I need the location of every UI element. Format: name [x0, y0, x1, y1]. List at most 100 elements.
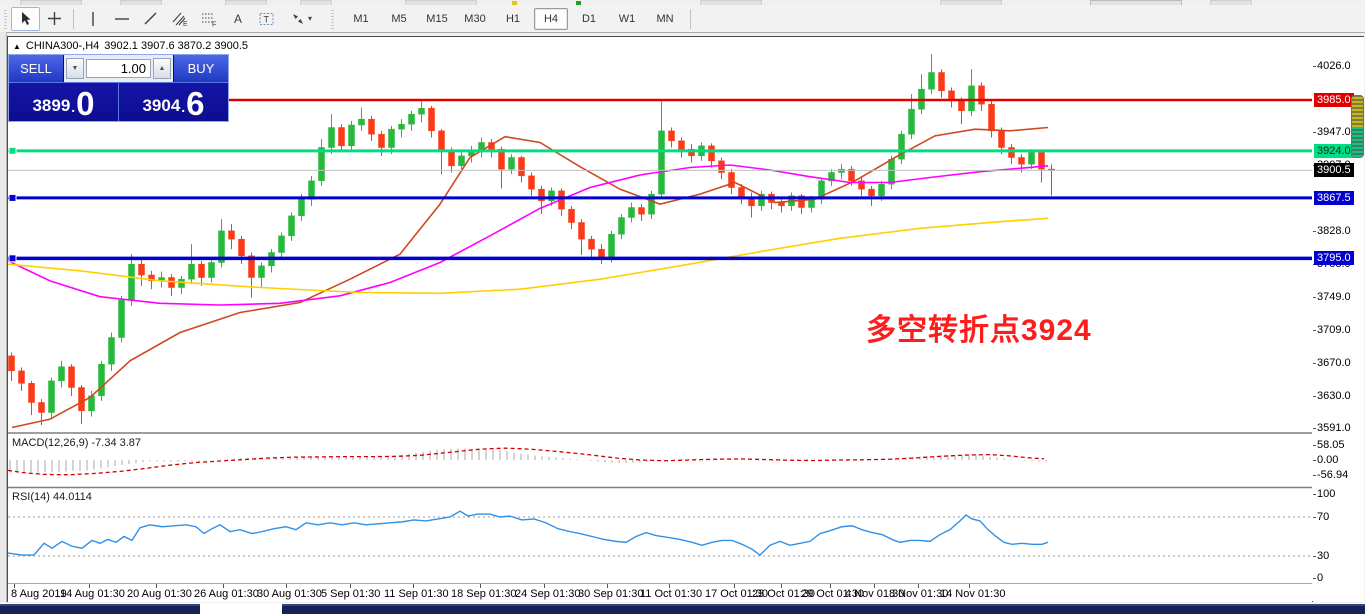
candle-up[interactable] — [419, 108, 425, 114]
line-drag-handle[interactable] — [9, 147, 16, 154]
candle-down[interactable] — [9, 356, 15, 371]
candle-up[interactable] — [99, 364, 105, 396]
text-label-tool-button[interactable]: T — [252, 7, 281, 31]
equidistant-channel-tool-button[interactable]: E — [165, 7, 194, 31]
candle-down[interactable] — [339, 128, 345, 146]
candle-up[interactable] — [349, 125, 355, 146]
candle-up[interactable] — [59, 367, 65, 381]
toolbar-grip[interactable] — [2, 9, 9, 29]
candle-down[interactable] — [229, 231, 235, 239]
timeframe-button-m1[interactable]: M1 — [344, 8, 378, 30]
candle-up[interactable] — [389, 129, 395, 147]
candle-down[interactable] — [669, 131, 675, 141]
candle-up[interactable] — [109, 338, 115, 365]
volume-input[interactable]: 1.00 — [86, 59, 151, 78]
trendline-tool-button[interactable] — [136, 7, 165, 31]
line-drag-handle[interactable] — [9, 194, 16, 201]
candle-up[interactable] — [909, 109, 915, 134]
candle-down[interactable] — [429, 108, 435, 131]
ma-slow-yellow[interactable] — [8, 218, 1048, 293]
candle-up[interactable] — [299, 199, 305, 216]
candle-down[interactable] — [639, 208, 645, 215]
candle-up[interactable] — [609, 234, 615, 259]
crosshair-tool-button[interactable] — [40, 7, 69, 31]
horizontal-line-tool-button[interactable] — [107, 7, 136, 31]
text-tool-button[interactable]: A — [223, 7, 252, 31]
candle-up[interactable] — [49, 381, 55, 413]
fibonacci-tool-button[interactable]: F — [194, 7, 223, 31]
candle-up[interactable] — [359, 119, 365, 125]
candle-down[interactable] — [69, 367, 75, 388]
candle-down[interactable] — [199, 264, 205, 277]
timeframe-button-w1[interactable]: W1 — [610, 8, 644, 30]
candle-down[interactable] — [729, 173, 735, 188]
candle-down[interactable] — [959, 101, 965, 111]
candle-up[interactable] — [509, 158, 515, 170]
timeframe-button-m5[interactable]: M5 — [382, 8, 416, 30]
candle-up[interactable] — [259, 266, 265, 278]
time-axis[interactable]: 8 Aug 201914 Aug 01:3020 Aug 01:3026 Aug… — [8, 586, 1312, 602]
candle-down[interactable] — [779, 203, 785, 206]
candle-down[interactable] — [709, 146, 715, 161]
candle-up[interactable] — [1029, 153, 1035, 165]
scrollbar-thumb[interactable] — [1351, 95, 1364, 158]
candle-down[interactable] — [579, 223, 585, 240]
candle-down[interactable] — [939, 73, 945, 91]
candle-down[interactable] — [1009, 148, 1015, 158]
buy-price[interactable]: 3904 . 6 — [119, 82, 228, 121]
candle-up[interactable] — [969, 86, 975, 111]
collapse-triangle-icon[interactable]: ▲ — [13, 42, 21, 51]
candle-up[interactable] — [889, 159, 895, 184]
candle-up[interactable] — [179, 279, 185, 287]
candle-up[interactable] — [279, 236, 285, 253]
candle-down[interactable] — [439, 131, 445, 150]
sell-price[interactable]: 3899 . 0 — [9, 82, 119, 121]
timeframe-button-h4[interactable]: H4 — [534, 8, 568, 30]
chart-text-annotation[interactable]: 多空转折点3924 — [866, 305, 1092, 349]
candle-down[interactable] — [139, 264, 145, 275]
candle-up[interactable] — [129, 264, 135, 300]
candle-down[interactable] — [519, 158, 525, 176]
candle-down[interactable] — [589, 239, 595, 249]
timeframe-button-m15[interactable]: M15 — [420, 8, 454, 30]
candle-down[interactable] — [679, 141, 685, 149]
line-drag-handle[interactable] — [9, 255, 16, 262]
candle-up[interactable] — [189, 264, 195, 279]
toolbar-grip[interactable] — [329, 9, 336, 29]
candle-up[interactable] — [119, 300, 125, 338]
candle-down[interactable] — [29, 383, 35, 402]
timeframe-button-mn[interactable]: MN — [648, 8, 682, 30]
candle-up[interactable] — [659, 131, 665, 194]
volume-increase-button[interactable]: ▲ — [153, 58, 171, 79]
candle-down[interactable] — [39, 403, 45, 413]
sell-button[interactable]: SELL — [9, 55, 64, 82]
cursor-tool-button[interactable] — [11, 7, 40, 31]
candle-up[interactable] — [399, 124, 405, 129]
candle-up[interactable] — [309, 181, 315, 199]
timeframe-button-d1[interactable]: D1 — [572, 8, 606, 30]
candle-down[interactable] — [79, 388, 85, 411]
candle-up[interactable] — [319, 148, 325, 181]
candle-down[interactable] — [529, 176, 535, 189]
candle-down[interactable] — [869, 189, 875, 196]
candle-down[interactable] — [569, 209, 575, 222]
candle-up[interactable] — [619, 218, 625, 235]
candle-down[interactable] — [999, 131, 1005, 148]
candle-up[interactable] — [209, 263, 215, 278]
candle-up[interactable] — [409, 114, 415, 124]
candle-up[interactable] — [329, 128, 335, 148]
candle-up[interactable] — [929, 73, 935, 90]
timeframe-button-h1[interactable]: H1 — [496, 8, 530, 30]
candle-down[interactable] — [369, 119, 375, 134]
candle-down[interactable] — [379, 134, 385, 147]
candle-up[interactable] — [879, 184, 885, 196]
candle-up[interactable] — [629, 208, 635, 218]
candle-down[interactable] — [449, 150, 455, 166]
candle-up[interactable] — [289, 216, 295, 236]
candle-down[interactable] — [19, 371, 25, 384]
candle-down[interactable] — [239, 239, 245, 256]
candle-down[interactable] — [989, 104, 995, 131]
arrows-tool-button[interactable]: ▾ — [281, 7, 321, 31]
timeframe-button-m30[interactable]: M30 — [458, 8, 492, 30]
buy-button[interactable]: BUY — [173, 55, 228, 82]
